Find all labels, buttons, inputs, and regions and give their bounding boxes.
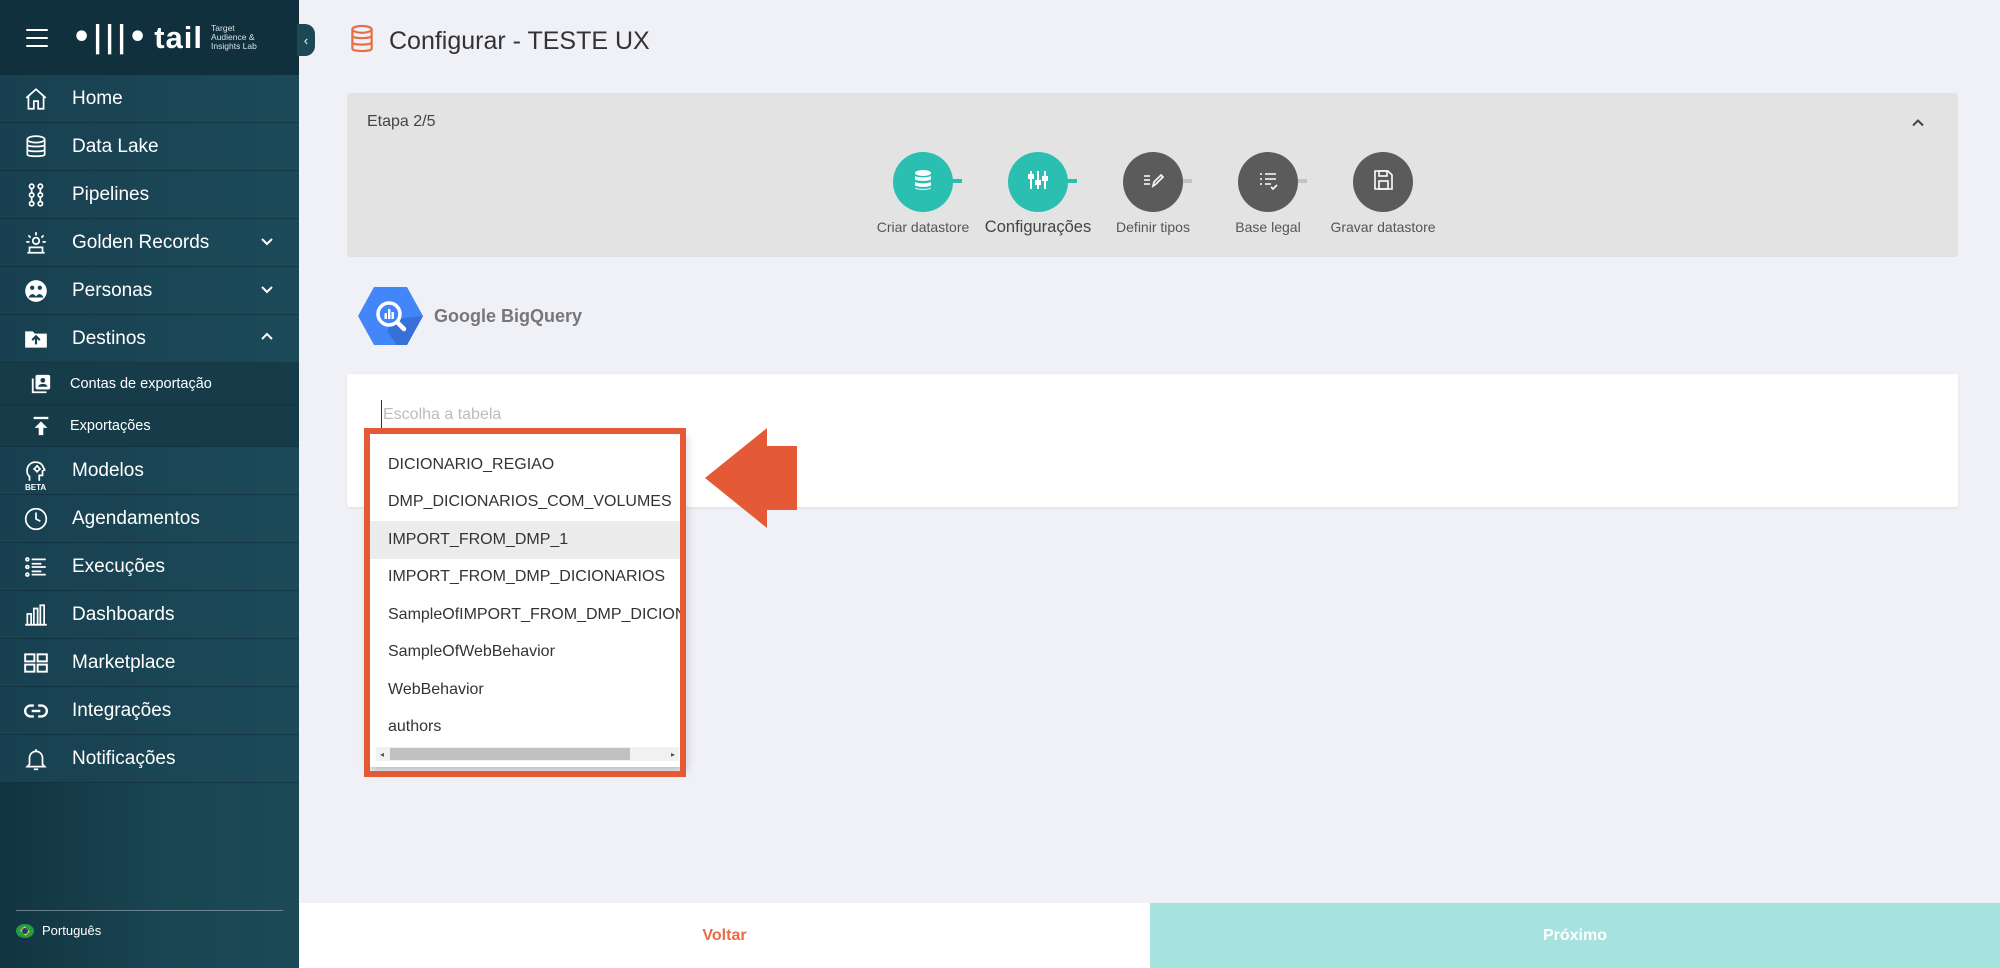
- destinos-icon: [22, 325, 50, 353]
- hamburger-menu-icon[interactable]: [26, 28, 48, 47]
- dropdown-option[interactable]: authors: [370, 709, 685, 747]
- sidebar-item-label: Agendamentos: [72, 507, 200, 529]
- beta-badge: BETA: [25, 483, 47, 492]
- sidebar-item-label: Golden Records: [72, 231, 210, 253]
- dropdown-option[interactable]: WebBehavior: [370, 671, 685, 709]
- dropdown-option-highlighted[interactable]: IMPORT_FROM_DMP_1: [370, 521, 685, 559]
- sidebar-item-marketplace[interactable]: Marketplace: [0, 639, 299, 687]
- dropdown-option[interactable]: SampleOfWebBehavior: [370, 634, 685, 672]
- sidebar-item-notificacoes[interactable]: Notificações: [0, 735, 299, 783]
- sidebar-item-label: Home: [72, 87, 123, 109]
- database-icon: [22, 133, 50, 161]
- sidebar-subitem-contas-de-exportacao[interactable]: Contas de exportação: [0, 363, 299, 405]
- sidebar-item-modelos[interactable]: BETA Modelos: [0, 447, 299, 495]
- sidebar-item-label: Integrações: [72, 699, 172, 721]
- scroll-right-arrow-icon[interactable]: ▸: [667, 747, 679, 761]
- stepper-panel: Etapa 2/5 Criar datastore Configurações: [347, 93, 1958, 257]
- sidebar-item-label: Data Lake: [72, 135, 159, 157]
- page-title: Configurar - TESTE UX: [349, 24, 650, 59]
- main-content: Configurar - TESTE UX Etapa 2/5 Criar da…: [299, 0, 2000, 968]
- page-title-text: Configurar - TESTE UX: [389, 27, 650, 55]
- bar-chart-icon: [22, 601, 50, 629]
- scroll-left-arrow-icon[interactable]: ◂: [376, 747, 388, 761]
- sidebar: •|||• tail Target Audience & Insights La…: [0, 0, 315, 968]
- save-icon: [1371, 168, 1395, 197]
- sidebar-nav: Home Data Lake Pipelines Golden Records: [0, 75, 299, 783]
- annotation-arrow-icon: [705, 428, 797, 528]
- sidebar-item-label: Marketplace: [72, 651, 176, 673]
- datasource-name: Google BigQuery: [434, 306, 583, 326]
- sidebar-item-label: Pipelines: [72, 183, 150, 205]
- upload-icon: [28, 412, 54, 440]
- sidebar-item-destinos[interactable]: Destinos: [0, 315, 299, 363]
- brazil-flag-icon: [16, 923, 34, 938]
- dropdown-option[interactable]: DICIONARIO_REGIAO: [370, 446, 685, 484]
- personas-icon: [22, 277, 50, 305]
- database-icon: [911, 168, 935, 197]
- dropdown-option[interactable]: IMPORT_FROM_DMP_DICIONARIOS: [370, 559, 685, 597]
- sidebar-item-agendamentos[interactable]: Agendamentos: [0, 495, 299, 543]
- edit-list-icon: [1141, 168, 1165, 197]
- sidebar-item-label: Destinos: [72, 327, 146, 349]
- step-gravar-datastore[interactable]: [1353, 152, 1413, 212]
- sidebar-item-golden-records[interactable]: Golden Records: [0, 219, 299, 267]
- checklist-icon: [1256, 168, 1280, 197]
- sidebar-item-pipelines[interactable]: Pipelines: [0, 171, 299, 219]
- sidebar-item-execucoes[interactable]: Execuções: [0, 543, 299, 591]
- step-configuracoes[interactable]: [1008, 152, 1068, 212]
- link-icon: [22, 697, 50, 725]
- sidebar-item-label: Dashboards: [72, 603, 175, 625]
- clock-icon: [22, 505, 50, 533]
- sidebar-item-home[interactable]: Home: [0, 75, 299, 123]
- sidebar-item-dashboards[interactable]: Dashboards: [0, 591, 299, 639]
- chevron-down-icon[interactable]: [259, 233, 275, 252]
- dropdown-option[interactable]: SampleOfIMPORT_FROM_DMP_DICIONARIOS: [370, 596, 685, 634]
- grid-icon: [22, 649, 50, 677]
- sidebar-item-label: Notificações: [72, 747, 176, 769]
- brand-tagline: Target Audience & Insights Lab: [211, 23, 257, 51]
- scrollbar-thumb[interactable]: [390, 748, 630, 760]
- home-icon: [22, 85, 50, 113]
- golden-records-icon: [22, 229, 50, 257]
- back-button[interactable]: Voltar: [299, 903, 1150, 968]
- sidebar-subitem-label: Contas de exportação: [70, 375, 212, 392]
- sidebar-header: •|||• tail Target Audience & Insights La…: [0, 0, 315, 75]
- bell-icon: [22, 745, 50, 773]
- chevron-up-icon[interactable]: [259, 329, 275, 348]
- pipelines-icon: [22, 181, 50, 209]
- table-search-input[interactable]: [381, 400, 981, 430]
- brand-name: tail: [154, 19, 204, 55]
- sidebar-item-label: Execuções: [72, 555, 165, 577]
- accounts-icon: [28, 370, 54, 398]
- bigquery-icon: [358, 287, 423, 345]
- step-label: Gravar datastore: [1330, 219, 1436, 235]
- brand-logo-mark: •|||•: [72, 20, 149, 55]
- table-dropdown-list[interactable]: DICIONARIO_REGIAO DMP_DICIONARIOS_COM_VO…: [370, 432, 685, 767]
- step-definir-tipos[interactable]: [1123, 152, 1183, 212]
- sidebar-subitem-label: Exportações: [70, 417, 151, 434]
- sliders-icon: [1026, 168, 1050, 197]
- chevron-down-icon[interactable]: [259, 281, 275, 300]
- language-selector[interactable]: Português: [16, 910, 283, 938]
- sidebar-item-integracoes[interactable]: Integrações: [0, 687, 299, 735]
- sidebar-item-label: Modelos: [72, 459, 144, 481]
- language-label: Português: [42, 923, 102, 938]
- sidebar-item-data-lake[interactable]: Data Lake: [0, 123, 299, 171]
- models-icon: [22, 457, 50, 485]
- horizontal-scrollbar[interactable]: ◂ ▸: [376, 747, 679, 761]
- stepper: Criar datastore Configurações Definir ti…: [347, 93, 1958, 257]
- list-icon: [22, 553, 50, 581]
- sidebar-item-label: Personas: [72, 279, 153, 301]
- step-base-legal[interactable]: [1238, 152, 1298, 212]
- dropdown-options: DICIONARIO_REGIAO DMP_DICIONARIOS_COM_VO…: [370, 432, 685, 746]
- sidebar-subitem-exportacoes[interactable]: Exportações: [0, 405, 299, 447]
- database-icon: [349, 24, 375, 59]
- brand-logo[interactable]: •|||• tail Target Audience & Insights La…: [72, 20, 271, 56]
- sidebar-item-personas[interactable]: Personas: [0, 267, 299, 315]
- next-button[interactable]: Próximo: [1150, 903, 2000, 968]
- step-criar-datastore[interactable]: [893, 152, 953, 212]
- dropdown-option[interactable]: DMP_DICIONARIOS_COM_VOLUMES: [370, 484, 685, 522]
